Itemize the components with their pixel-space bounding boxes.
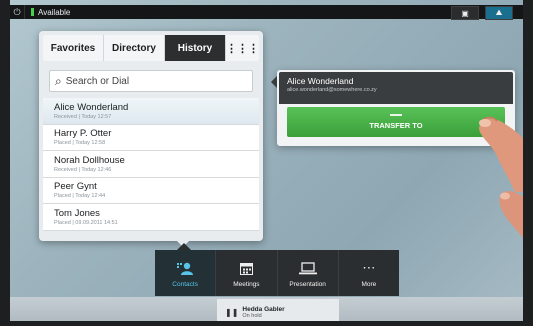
availability-status[interactable]: Available <box>38 8 70 17</box>
screen-bezel-left <box>0 0 10 326</box>
keypad-grid-icon[interactable]: ⋮⋮⋮ <box>226 35 259 61</box>
transfer-button[interactable]: TRANSFER TO <box>287 107 505 137</box>
selfview-icon: ⛰ <box>495 8 503 17</box>
laptop-icon <box>298 261 317 275</box>
search-input[interactable]: ⌕ Search or Dial <box>49 70 253 92</box>
call-meta: Placed | Today 12:44 <box>54 193 106 200</box>
pause-icon: ❚❚ <box>225 308 239 317</box>
dock-contacts-label: Contacts <box>172 281 198 288</box>
dock-more-button[interactable]: ⋯ More <box>339 250 399 296</box>
dock-presentation-button[interactable]: Presentation <box>278 250 339 296</box>
card-pointer <box>271 76 277 88</box>
camera-button[interactable]: ▣ <box>451 6 479 20</box>
dock-contacts-button[interactable]: Contacts <box>155 250 217 296</box>
list-item[interactable]: Tom Jones Placed | 09.09.2011 14:51 <box>43 204 259 231</box>
list-item[interactable]: Peer Gynt Placed | Today 12:44 <box>43 178 259 204</box>
bottom-dock: Contacts Meetings Presentation ⋯ More <box>155 250 399 296</box>
contact-name: Alice Wonderland <box>54 101 129 113</box>
camera-icon: ▣ <box>461 8 469 18</box>
dock-more-label: More <box>361 281 377 288</box>
dock-pointer <box>177 243 191 250</box>
transfer-label: TRANSFER TO <box>369 121 423 130</box>
selfview-button[interactable]: ⛰ <box>485 6 513 20</box>
contact-name: Norah Dollhouse <box>54 154 125 166</box>
list-item[interactable]: Harry P. Otter Placed | Today 12:58 <box>43 125 259 151</box>
list-item[interactable]: Norah Dollhouse Received | Today 12:46 <box>43 151 259 178</box>
tab-favorites[interactable]: Favorites <box>43 35 104 61</box>
card-contact-email: alice.wonderland@somewhere.co.zy <box>287 87 377 93</box>
calendar-icon <box>239 261 253 275</box>
call-meta: Placed | 09.09.2011 14:51 <box>54 219 118 226</box>
transfer-icon <box>390 114 402 116</box>
screen-bezel-right <box>523 0 533 326</box>
screen-bezel-bottom <box>0 321 533 326</box>
card-contact-name: Alice Wonderland <box>287 76 354 86</box>
search-icon: ⌕ <box>55 73 62 88</box>
call-meta: Received | Today 12:57 <box>54 113 112 120</box>
contacts-tabs: Favorites Directory History ⋮⋮⋮ <box>43 35 259 61</box>
dock-presentation-label: Presentation <box>289 281 326 288</box>
tab-history[interactable]: History <box>165 35 226 61</box>
search-placeholder: Search or Dial <box>65 75 130 87</box>
dock-meetings-button[interactable]: Meetings <box>216 250 278 296</box>
top-status-bar: ⏻ Available ▣ ⛰ <box>10 5 523 20</box>
contacts-icon <box>177 261 194 275</box>
contact-name: Tom Jones <box>54 207 100 219</box>
status-indicator <box>31 8 34 16</box>
list-item[interactable]: Alice Wonderland Received | Today 12:57 <box>43 98 259 125</box>
contact-name: Harry P. Otter <box>54 128 112 140</box>
card-header: Alice Wonderland alice.wonderland@somewh… <box>279 72 513 104</box>
power-icon[interactable]: ⏻ <box>10 5 25 19</box>
call-meta: Placed | Today 12:58 <box>54 140 106 147</box>
contact-name: Peer Gynt <box>54 181 97 193</box>
held-caller-name: Hedda Gabler <box>242 306 285 313</box>
contacts-panel: Favorites Directory History ⋮⋮⋮ ⌕ Search… <box>39 31 263 241</box>
tab-directory[interactable]: Directory <box>104 35 165 61</box>
held-call-status: On hold <box>242 313 262 319</box>
dock-meetings-label: Meetings <box>233 281 260 288</box>
history-list: Alice Wonderland Received | Today 12:57 … <box>43 98 259 231</box>
more-dots-icon: ⋯ <box>362 260 376 275</box>
call-meta: Received | Today 12:46 <box>54 166 112 173</box>
